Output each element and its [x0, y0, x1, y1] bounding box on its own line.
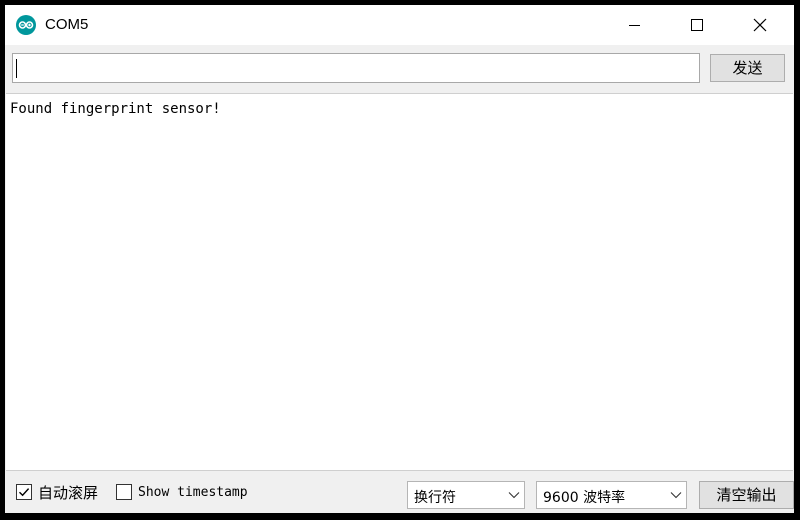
autoscroll-checkbox[interactable]: 自动滚屏	[16, 482, 112, 504]
baud-rate-select[interactable]: 9600 波特率	[536, 481, 687, 509]
minimize-button[interactable]	[603, 5, 665, 45]
minimize-icon	[629, 25, 640, 26]
status-bar: 自动滚屏 Show timestamp 换行符 9600 波特率 清空输出	[5, 473, 794, 513]
serial-monitor-window: COM5 发送 Found fingerprint sensor! 自动滚屏 S…	[5, 5, 794, 513]
arduino-icon	[16, 15, 36, 35]
output-line: Found fingerprint sensor!	[10, 101, 221, 117]
checkbox-box	[16, 484, 32, 500]
close-button[interactable]	[729, 5, 791, 45]
close-icon	[753, 18, 767, 32]
checkbox-box	[116, 484, 132, 500]
send-button[interactable]: 发送	[710, 54, 785, 82]
line-ending-value: 换行符	[414, 490, 456, 506]
baud-rate-value: 9600 波特率	[543, 490, 626, 506]
chevron-down-icon	[508, 492, 520, 499]
window-title: COM5	[45, 16, 89, 33]
title-bar[interactable]: COM5	[5, 5, 794, 45]
autoscroll-label: 自动滚屏	[38, 484, 99, 502]
text-caret	[16, 59, 17, 78]
send-bar: 发送	[5, 45, 794, 93]
maximize-icon	[691, 19, 703, 31]
serial-output[interactable]: Found fingerprint sensor!	[6, 93, 793, 471]
chevron-down-icon	[670, 492, 682, 499]
show-timestamp-checkbox[interactable]: Show timestamp	[116, 482, 266, 504]
line-ending-select[interactable]: 换行符	[407, 481, 525, 509]
maximize-button[interactable]	[665, 5, 727, 45]
show-timestamp-label: Show timestamp	[138, 485, 248, 500]
clear-output-button[interactable]: 清空输出	[699, 481, 794, 509]
checkmark-icon	[19, 488, 30, 497]
send-input[interactable]	[12, 53, 700, 83]
